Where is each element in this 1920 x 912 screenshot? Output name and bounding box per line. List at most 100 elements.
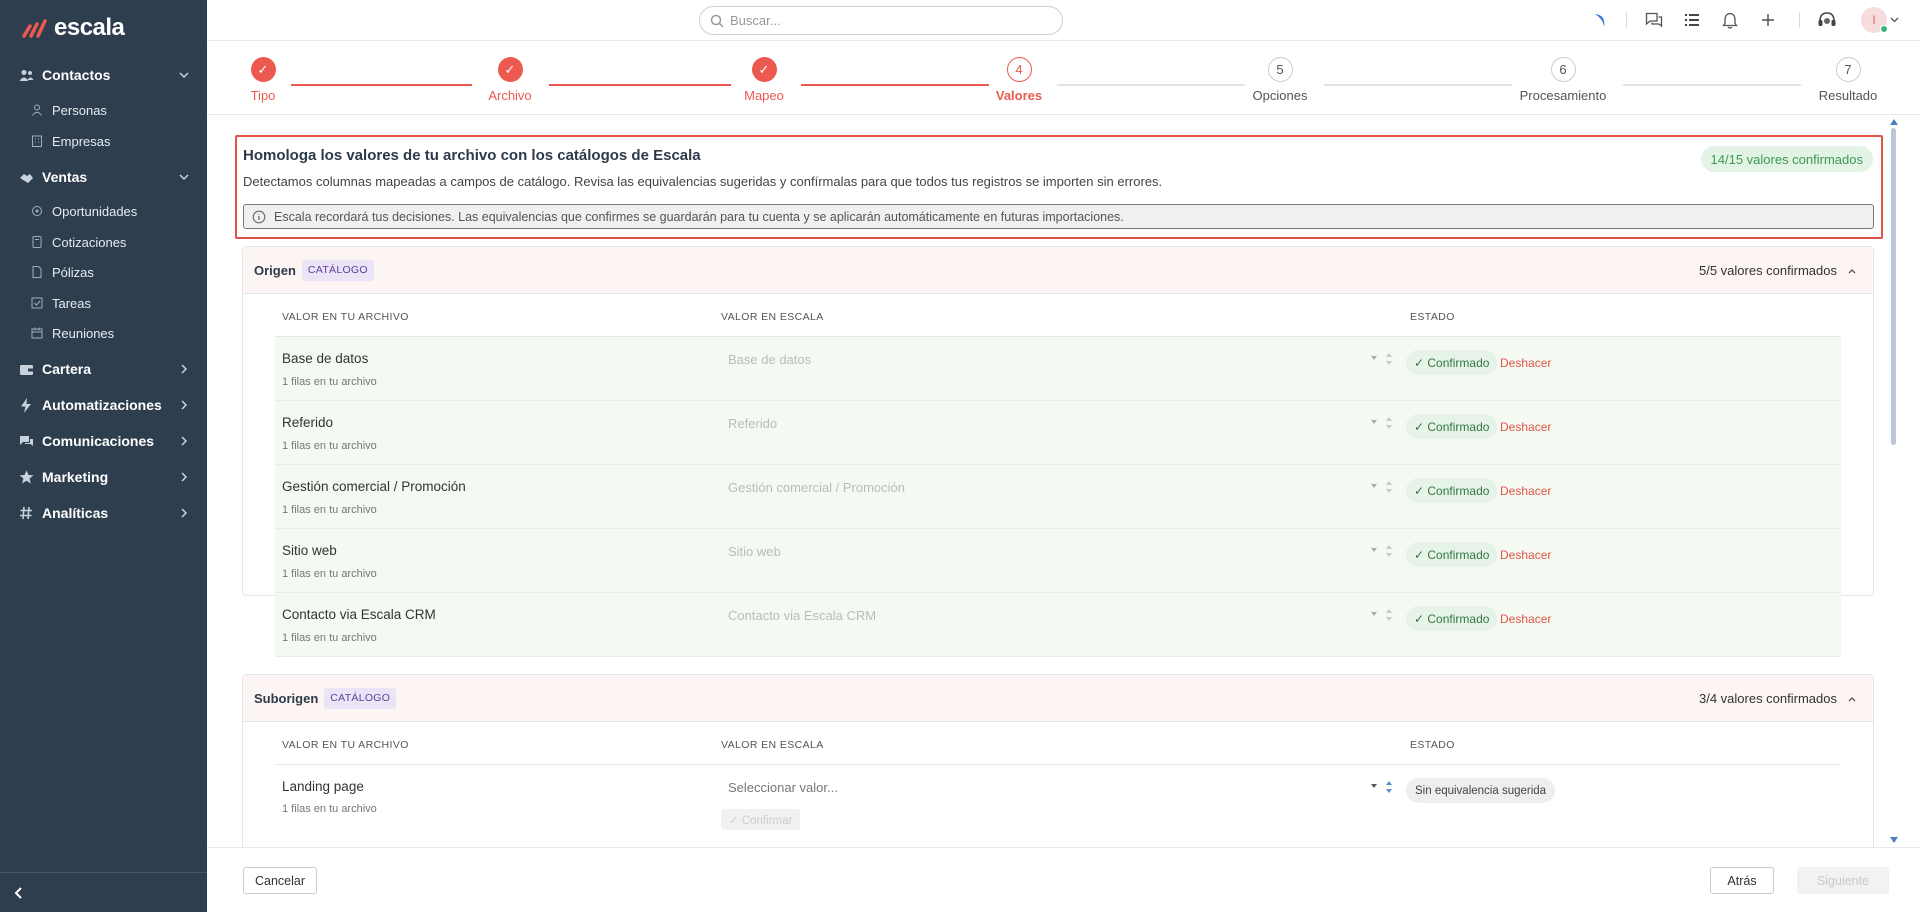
step-connector bbox=[1324, 84, 1512, 86]
sidebar-group-automatizaciones[interactable]: Automatizaciones bbox=[0, 390, 207, 420]
sort-icon bbox=[1386, 545, 1392, 557]
user-avatar[interactable]: I bbox=[1861, 7, 1888, 33]
sidebar-group-contactos[interactable]: Contactos bbox=[0, 60, 207, 90]
chevron-right-icon bbox=[181, 472, 188, 482]
selected-value: Gestión comercial / Promoción bbox=[728, 479, 906, 495]
checkbox-icon bbox=[31, 297, 43, 309]
collapse-sidebar-button[interactable] bbox=[0, 872, 207, 912]
row-count: 1 filas en tu archivo bbox=[282, 632, 377, 644]
escala-value-select[interactable]: Seleccionar valor... bbox=[721, 775, 1393, 799]
headset-icon[interactable] bbox=[1817, 10, 1837, 30]
sidebar-item-personas[interactable]: Personas bbox=[0, 98, 207, 122]
topbar-divider bbox=[1626, 12, 1627, 28]
escala-value-select[interactable]: Sitio web bbox=[721, 539, 1393, 563]
next-button[interactable]: Siguiente bbox=[1797, 867, 1889, 894]
step-connector bbox=[1057, 84, 1245, 86]
section-header[interactable]: Suborigen CATÁLOGO 3/4 valores confirmad… bbox=[243, 675, 1873, 722]
search-box[interactable] bbox=[699, 6, 1063, 35]
undo-button[interactable]: Deshacer bbox=[1500, 612, 1551, 626]
undo-button[interactable]: Deshacer bbox=[1500, 548, 1551, 562]
table-row: Base de datos 1 filas en tu archivo Base… bbox=[275, 337, 1841, 401]
escala-logo-icon bbox=[22, 19, 47, 38]
chevron-up-icon bbox=[1848, 697, 1856, 702]
caret-down-icon bbox=[1371, 784, 1377, 788]
search-input[interactable] bbox=[730, 13, 1030, 28]
undo-button[interactable]: Deshacer bbox=[1500, 420, 1551, 434]
step-opciones[interactable]: 5 Opciones bbox=[1230, 57, 1330, 103]
content-scrollbar[interactable] bbox=[1889, 116, 1899, 847]
scroll-down-arrow-icon[interactable] bbox=[1890, 837, 1898, 843]
sidebar-item-polizas[interactable]: Pólizas bbox=[0, 260, 207, 284]
sidebar-item-cotizaciones[interactable]: Cotizaciones bbox=[0, 230, 207, 254]
search-icon bbox=[710, 14, 724, 28]
file-value: Landing page bbox=[282, 779, 364, 794]
building-icon bbox=[32, 135, 42, 147]
sidebar-group-cartera[interactable]: Cartera bbox=[0, 354, 207, 384]
sidebar-group-ventas[interactable]: Ventas bbox=[0, 162, 207, 192]
section-count: 3/4 valores confirmados bbox=[1698, 690, 1837, 706]
sidebar-item-reuniones[interactable]: Reuniones bbox=[0, 321, 207, 345]
sort-icon bbox=[1386, 781, 1392, 793]
step-number: 5 bbox=[1267, 57, 1293, 82]
sidebar-group-label: Analíticas bbox=[42, 505, 109, 521]
sidebar-group-marketing[interactable]: Marketing bbox=[0, 462, 207, 492]
step-tipo[interactable]: ✓ Tipo bbox=[213, 57, 313, 103]
caret-down-icon bbox=[1371, 548, 1377, 552]
calculator-icon bbox=[32, 236, 42, 248]
chevron-down-icon bbox=[179, 174, 189, 181]
undo-button[interactable]: Deshacer bbox=[1500, 484, 1551, 498]
row-count: 1 filas en tu archivo bbox=[282, 440, 377, 452]
step-valores[interactable]: 4 Valores bbox=[969, 57, 1069, 103]
column-header: ESTADO bbox=[1410, 739, 1455, 751]
sidebar-item-label: Cotizaciones bbox=[52, 234, 127, 250]
sidebar-item-tareas[interactable]: Tareas bbox=[0, 291, 207, 315]
chevron-down-icon[interactable] bbox=[1890, 17, 1899, 23]
sidebar-group-analiticas[interactable]: Analíticas bbox=[0, 498, 207, 528]
table-row: Contacto via Escala CRM 1 filas en tu ar… bbox=[275, 593, 1841, 657]
chat-icon bbox=[18, 433, 34, 449]
selected-value: Referido bbox=[728, 415, 778, 431]
sidebar-group-label: Automatizaciones bbox=[42, 397, 162, 413]
escala-value-select[interactable]: Contacto via Escala CRM bbox=[721, 603, 1393, 627]
scroll-up-arrow-icon[interactable] bbox=[1890, 119, 1898, 125]
users-icon bbox=[18, 67, 34, 83]
confirm-button[interactable]: ✓ Confirmar bbox=[721, 809, 801, 830]
bolt-icon bbox=[18, 397, 34, 413]
list-icon[interactable] bbox=[1682, 10, 1702, 30]
wallet-icon bbox=[18, 361, 34, 377]
sidebar-item-oportunidades[interactable]: Oportunidades bbox=[0, 199, 207, 223]
check-icon: ✓ bbox=[250, 57, 276, 82]
column-header: VALOR EN ESCALA bbox=[721, 311, 824, 323]
section-header[interactable]: Origen CATÁLOGO 5/5 valores confirmados bbox=[243, 247, 1873, 294]
step-resultado[interactable]: 7 Resultado bbox=[1798, 57, 1898, 103]
catalog-tag: CATÁLOGO bbox=[324, 687, 397, 709]
check-icon: ✓ bbox=[751, 57, 777, 82]
column-header: VALOR EN TU ARCHIVO bbox=[282, 311, 409, 323]
step-procesamiento[interactable]: 6 Procesamiento bbox=[1513, 57, 1613, 103]
step-label: Archivo bbox=[488, 88, 532, 103]
bell-icon[interactable] bbox=[1720, 10, 1740, 30]
section-count: 5/5 valores confirmados bbox=[1698, 262, 1837, 278]
sidebar-group-comunicaciones[interactable]: Comunicaciones bbox=[0, 426, 207, 456]
sidebar-item-label: Oportunidades bbox=[52, 203, 138, 219]
step-mapeo[interactable]: ✓ Mapeo bbox=[714, 57, 814, 103]
brand-logo[interactable]: escala bbox=[22, 12, 125, 44]
plus-icon[interactable] bbox=[1758, 10, 1778, 30]
chat-bubbles-icon[interactable] bbox=[1644, 10, 1664, 30]
cancel-button[interactable]: Cancelar bbox=[243, 867, 317, 894]
wizard-footer: Cancelar Atrás Siguiente bbox=[207, 847, 1920, 912]
step-number: 6 bbox=[1550, 57, 1576, 82]
escala-value-select[interactable]: Base de datos bbox=[721, 347, 1393, 371]
escala-value-select[interactable]: Gestión comercial / Promoción bbox=[721, 475, 1393, 499]
back-button[interactable]: Atrás bbox=[1710, 867, 1774, 894]
step-label: Tipo bbox=[250, 88, 276, 103]
step-archivo[interactable]: ✓ Archivo bbox=[460, 57, 560, 103]
step-label: Opciones bbox=[1252, 88, 1308, 103]
catalog-tag: CATÁLOGO bbox=[301, 259, 374, 281]
sort-icon bbox=[1386, 417, 1392, 429]
sidebar-item-empresas[interactable]: Empresas bbox=[0, 129, 207, 153]
scrollbar-thumb[interactable] bbox=[1891, 128, 1896, 445]
undo-button[interactable]: Deshacer bbox=[1500, 356, 1551, 370]
brand-swoosh-icon[interactable] bbox=[1591, 10, 1611, 30]
escala-value-select[interactable]: Referido bbox=[721, 411, 1393, 435]
